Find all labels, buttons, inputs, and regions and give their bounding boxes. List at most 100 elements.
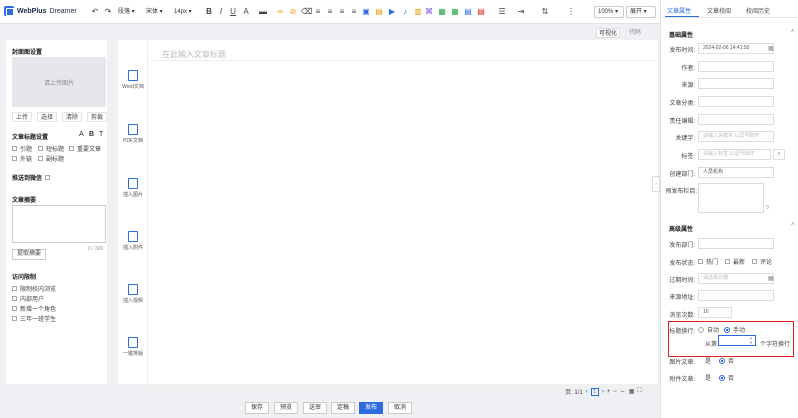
stepper-icon[interactable]: ▴ ▾ [750, 335, 752, 345]
folder-icon[interactable]: ▤ [374, 7, 384, 17]
excel-icon[interactable]: ▦ [437, 7, 447, 17]
next-page-icon[interactable]: › [602, 389, 604, 395]
pdf-doc-tool[interactable]: PDF文档 [120, 124, 146, 144]
publish-button[interactable]: 发布 [359, 402, 383, 414]
source-url-input[interactable] [698, 290, 774, 301]
tags-search-icon[interactable]: ⌕ [773, 149, 785, 160]
zoom-in-icon[interactable]: + [607, 389, 611, 395]
template-icon[interactable]: ▤ [463, 7, 473, 17]
tab-review-history[interactable]: 校阅历史 [746, 6, 770, 15]
attach-yes-radio[interactable]: 是 [705, 373, 711, 382]
editor-input[interactable] [698, 114, 774, 125]
highlight-icon[interactable]: ▬ [258, 7, 268, 17]
italic-icon[interactable]: I [216, 7, 226, 17]
collapse-advanced-icon[interactable]: ˄ [791, 222, 795, 228]
tab-article-review[interactable]: 文章校阅 [707, 6, 731, 15]
extract-summary-button[interactable]: 提取摘要 [12, 249, 46, 260]
font-t-icon[interactable]: T [99, 131, 103, 138]
tags-input[interactable]: 请输入标签,以逗号隔开 [698, 149, 771, 160]
justify-icon[interactable]: ≡ [349, 7, 359, 17]
zoom-select[interactable]: 100% ▾ [594, 6, 624, 18]
finalize-button[interactable]: 定稿 [331, 402, 355, 414]
paragraph-select[interactable]: 段落 ▾ [118, 6, 135, 18]
cover-upload[interactable]: 请上传图片 [12, 57, 106, 107]
views-input[interactable]: 10 [698, 307, 732, 318]
bold-icon[interactable]: B [204, 7, 214, 17]
access-opt-4[interactable]: 三年一班学生 [12, 314, 56, 323]
title-opt-short[interactable]: 短标题 [38, 144, 64, 153]
title-input[interactable]: 在此输入文章标题 [162, 49, 226, 60]
collapse-basic-icon[interactable]: ˄ [791, 29, 795, 35]
submit-review-button[interactable]: 送审 [303, 402, 327, 414]
tab-visual[interactable]: 可视化 [596, 28, 620, 38]
title-opt-yinti[interactable]: 引题 [12, 144, 32, 153]
font-a-icon[interactable]: A [79, 131, 84, 138]
wrap-manual-radio[interactable]: 手动 [724, 325, 745, 334]
word-doc-tool[interactable]: Word文档 [120, 70, 146, 90]
prev-page-icon[interactable]: ‹ [586, 389, 588, 395]
category-input[interactable] [698, 96, 774, 107]
source-input[interactable] [698, 78, 774, 89]
pdf-icon[interactable]: ▤ [476, 7, 486, 17]
tab-article-props[interactable]: 文章属性 [667, 6, 691, 15]
video-icon[interactable]: ▶ [387, 7, 397, 17]
list-icon[interactable]: ☰ [497, 7, 507, 17]
fit-icon[interactable]: ⇔ [620, 389, 626, 395]
attachment-icon[interactable]: ⌘ [424, 7, 434, 17]
line-height-icon[interactable]: ⇅ [540, 7, 550, 17]
pubdept-input[interactable] [698, 238, 774, 249]
size-select[interactable]: 14px ▾ [174, 6, 192, 18]
expand-button[interactable]: 展开 ▾ [626, 6, 656, 18]
redo-icon[interactable]: ↷ [103, 7, 113, 17]
grid-icon[interactable]: ▦ [629, 388, 635, 395]
attach-no-radio[interactable]: 否 [719, 373, 734, 382]
title-opt-important[interactable]: 重要文章 [69, 144, 101, 153]
wrap-auto-radio[interactable]: 自动 [698, 325, 719, 334]
access-opt-3[interactable]: 新增一个角色 [12, 304, 56, 313]
title-opt-sub[interactable]: 副标题 [38, 154, 64, 163]
unlink-icon[interactable]: ⊘ [288, 7, 298, 17]
insert-video-tool[interactable]: 插入视频 [120, 284, 146, 304]
align-center-icon[interactable]: ≡ [325, 7, 335, 17]
align-right-icon[interactable]: ≡ [337, 7, 347, 17]
crop-button[interactable]: 剪裁 [87, 112, 107, 122]
audio-icon[interactable]: ♪ [400, 7, 410, 17]
calendar-icon[interactable]: ▦ [768, 45, 774, 52]
dept-input[interactable]: 人员机构 [698, 167, 774, 178]
select-button[interactable]: 选择 [37, 112, 57, 122]
access-opt-2[interactable]: 内部用户 [12, 294, 44, 303]
status-comment[interactable]: 评论 [752, 257, 772, 266]
table-icon[interactable]: ▦ [450, 7, 460, 17]
align-left-icon[interactable]: ≡ [313, 7, 323, 17]
insert-image-tool[interactable]: 插入图片 [120, 178, 146, 198]
clear-button[interactable]: 清除 [62, 112, 82, 122]
status-hot[interactable]: 热门 [698, 257, 718, 266]
current-page[interactable]: 1 [590, 387, 599, 396]
tab-code[interactable]: 代码 [623, 28, 647, 38]
more-icon[interactable]: ⋮ [566, 7, 576, 17]
font-select[interactable]: 宋体 ▾ [146, 6, 163, 18]
summary-textarea[interactable] [12, 205, 106, 243]
link-icon[interactable]: ∞ [275, 7, 285, 17]
keywords-input[interactable]: 请输入关键字,以逗号隔开 [698, 131, 774, 142]
image-icon[interactable]: ▣ [361, 7, 371, 17]
pre-publish-textarea[interactable] [698, 183, 764, 213]
font-color-icon[interactable]: A [241, 7, 251, 17]
push-wechat[interactable]: 推送到微信 [12, 173, 51, 182]
title-opt-link[interactable]: 外链 [12, 154, 32, 163]
status-new[interactable]: 最新 [725, 257, 745, 266]
clear-format-icon[interactable]: ⌫ [301, 7, 312, 17]
image-yes-radio[interactable]: 是 [705, 356, 711, 365]
preview-button[interactable]: 预览 [274, 402, 298, 414]
collapse-right-icon[interactable]: › [652, 176, 660, 192]
auto-layout-tool[interactable]: 一键排版 [120, 337, 146, 357]
indent-icon[interactable]: ⇥ [516, 7, 526, 17]
save-button[interactable]: 保存 [245, 402, 269, 414]
underline-icon[interactable]: U [228, 7, 238, 17]
author-input[interactable] [698, 61, 774, 72]
cancel-button[interactable]: 取消 [388, 402, 412, 414]
publish-time-input[interactable]: 2024-02-06 14:41:50 [698, 43, 774, 54]
file-icon[interactable]: ▥ [413, 7, 423, 17]
font-bold-icon[interactable]: B [89, 131, 94, 138]
fullscreen-icon[interactable]: ⛶ [637, 388, 641, 395]
